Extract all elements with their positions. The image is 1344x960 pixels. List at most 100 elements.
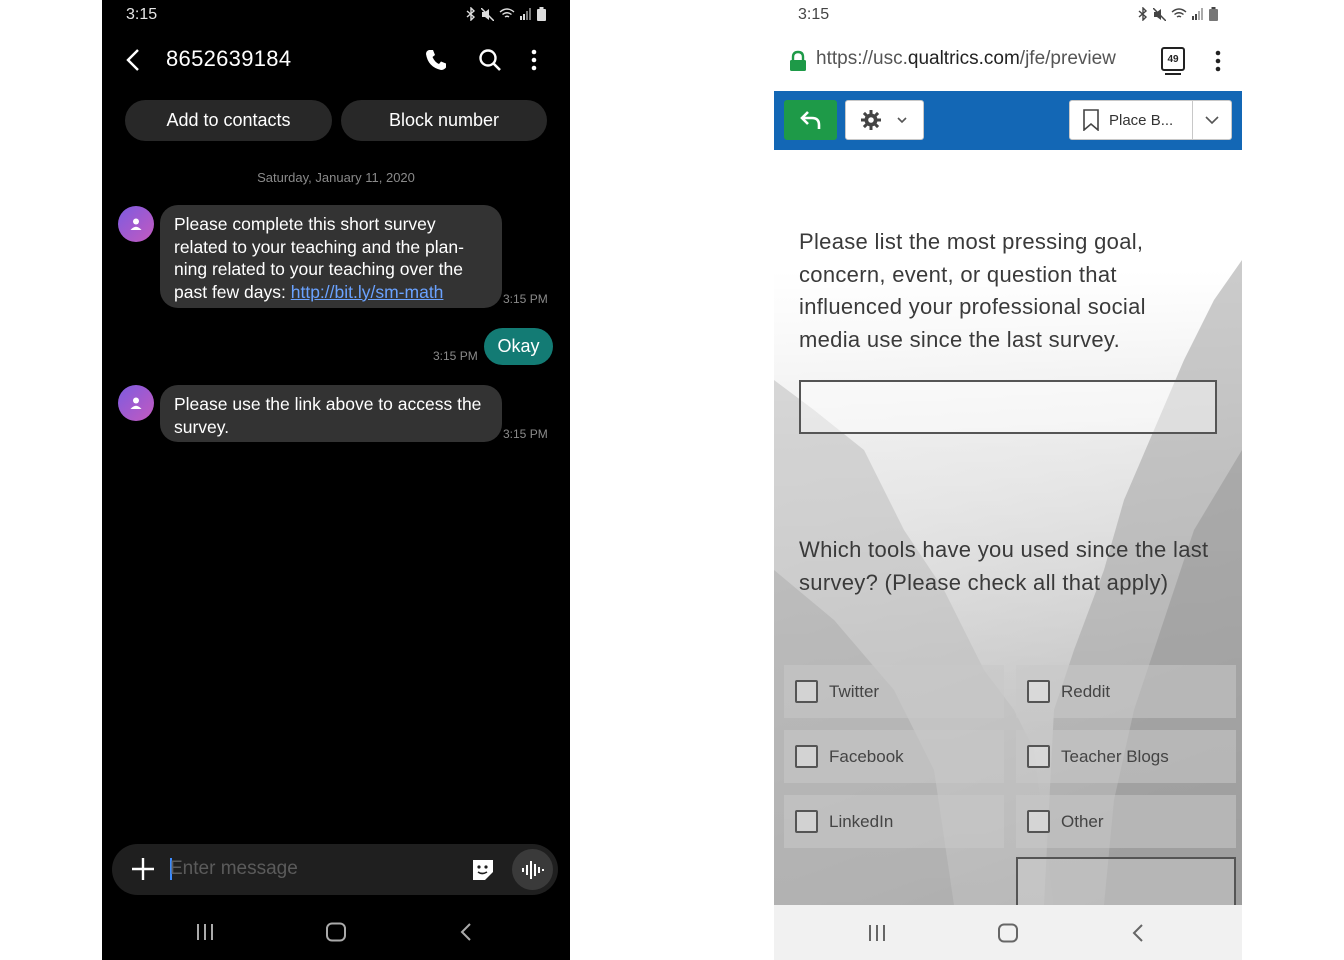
status-bar: 3:15 xyxy=(774,0,1242,28)
message-timestamp: 3:15 PM xyxy=(503,292,548,306)
person-icon xyxy=(130,218,142,230)
conversation-header: 8652639184 xyxy=(102,36,570,84)
bookmark-dropdown-button[interactable] xyxy=(1193,100,1232,140)
url-path: /jfe/preview xyxy=(1019,48,1116,69)
option-label: Twitter xyxy=(829,681,880,701)
question-2-text: Which tools have you used since the last… xyxy=(799,537,1209,595)
system-nav-bar xyxy=(102,904,570,960)
option-label: Reddit xyxy=(1061,681,1111,701)
chevron-down-icon xyxy=(1205,116,1219,125)
message-timestamp: 3:15 PM xyxy=(503,427,548,441)
nav-back-button[interactable] xyxy=(1124,921,1152,945)
status-time: 3:15 xyxy=(798,6,830,23)
option-label: Facebook xyxy=(829,746,904,766)
message-input[interactable] xyxy=(170,854,450,884)
restart-survey-button[interactable] xyxy=(784,100,837,140)
message-bubble-incoming[interactable]: Please use the link above to access the … xyxy=(160,385,502,442)
phone-icon[interactable] xyxy=(422,46,450,74)
option-label: Other xyxy=(1061,811,1104,831)
recents-icon xyxy=(869,925,885,941)
url-field[interactable]: https://usc.qualtrics.com/jfe/preview xyxy=(816,48,1146,70)
more-options-icon[interactable] xyxy=(520,46,548,74)
back-chevron-icon xyxy=(460,923,471,941)
survey-preview-toolbar: Place B... xyxy=(774,91,1242,150)
bluetooth-icon xyxy=(1138,7,1148,21)
message-composer xyxy=(112,844,558,895)
status-bar: 3:15 xyxy=(102,0,570,28)
undo-arrow-icon xyxy=(799,111,820,129)
contact-avatar[interactable] xyxy=(118,385,154,421)
sticker-icon[interactable] xyxy=(470,857,496,883)
block-number-button[interactable]: Block number xyxy=(341,100,547,141)
survey-link[interactable]: http://bit.ly/sm-math xyxy=(291,282,444,302)
bluetooth-icon xyxy=(466,7,476,21)
checkbox[interactable] xyxy=(1027,680,1050,703)
message-bubble-outgoing[interactable]: Okay xyxy=(484,328,553,365)
option-facebook[interactable]: Facebook xyxy=(784,730,1004,783)
status-icons xyxy=(466,7,546,21)
contact-number: 8652639184 xyxy=(166,46,292,71)
url-domain: qualtrics.com xyxy=(907,48,1020,69)
contact-avatar[interactable] xyxy=(118,206,154,242)
tab-count-button[interactable]: 49 xyxy=(1161,47,1185,75)
system-nav-bar xyxy=(774,905,1242,960)
wifi-icon xyxy=(1171,8,1187,18)
browser-address-bar: https://usc.qualtrics.com/jfe/preview 49 xyxy=(774,30,1242,90)
more-options-icon[interactable] xyxy=(1208,48,1228,74)
question-1-text: Please list the most pressing goal, conc… xyxy=(799,229,1146,352)
mute-icon xyxy=(481,7,494,21)
chevron-down-icon xyxy=(897,117,907,124)
nav-back-button[interactable] xyxy=(452,920,480,944)
status-icons xyxy=(1138,7,1218,21)
add-to-contacts-button[interactable]: Add to contacts xyxy=(125,100,332,141)
checkbox[interactable] xyxy=(1027,745,1050,768)
wifi-icon xyxy=(499,8,515,18)
battery-icon xyxy=(537,7,546,21)
home-icon xyxy=(326,922,346,942)
person-icon xyxy=(130,397,142,409)
mute-icon xyxy=(1153,7,1166,21)
plus-icon[interactable] xyxy=(130,856,156,882)
sms-phone-screen: 3:15 8652639184 Add to contacts Block nu… xyxy=(102,0,570,960)
option-label: LinkedIn xyxy=(829,811,894,831)
option-other[interactable]: Other xyxy=(1016,795,1236,848)
status-time: 3:15 xyxy=(126,6,158,23)
waveform-icon xyxy=(521,860,544,879)
other-text-input[interactable] xyxy=(1016,857,1236,905)
recent-apps-button[interactable] xyxy=(191,920,219,944)
home-button[interactable] xyxy=(994,921,1022,945)
bookmark-label: Place B... xyxy=(1109,111,1174,129)
bookmark-icon xyxy=(1083,109,1099,131)
back-arrow-icon[interactable] xyxy=(120,46,148,74)
option-label: Teacher Blogs xyxy=(1061,746,1169,766)
recent-apps-button[interactable] xyxy=(863,921,891,945)
back-chevron-icon xyxy=(1132,924,1143,942)
place-bookmark-button[interactable]: Place B... xyxy=(1069,100,1193,140)
option-teacher-blogs[interactable]: Teacher Blogs xyxy=(1016,730,1236,783)
option-twitter[interactable]: Twitter xyxy=(784,665,1004,718)
battery-icon xyxy=(1209,7,1218,21)
search-icon[interactable] xyxy=(476,46,504,74)
browser-phone-screen: 3:15 https://usc.qualtrics.com/jfe/previ… xyxy=(774,0,1242,960)
checkbox[interactable] xyxy=(795,810,818,833)
message-text: Please use the link above to access the … xyxy=(174,394,482,437)
survey-content: Please list the most pressing goal, conc… xyxy=(774,150,1242,905)
option-reddit[interactable]: Reddit xyxy=(1016,665,1236,718)
url-prefix: https://usc. xyxy=(816,48,908,69)
message-bubble-incoming[interactable]: Please complete this short survey relate… xyxy=(160,205,502,308)
voice-input-button[interactable] xyxy=(512,849,553,890)
gear-icon xyxy=(861,110,881,130)
question-1-answer-input[interactable] xyxy=(799,380,1217,434)
option-linkedin[interactable]: LinkedIn xyxy=(784,795,1004,848)
home-button[interactable] xyxy=(322,920,350,944)
signal-icon xyxy=(520,8,531,20)
home-icon xyxy=(998,923,1018,943)
checkbox[interactable] xyxy=(795,680,818,703)
message-timestamp: 3:15 PM xyxy=(433,349,478,363)
recents-icon xyxy=(197,924,213,940)
checkbox[interactable] xyxy=(1027,810,1050,833)
signal-icon xyxy=(1192,8,1203,20)
lock-icon xyxy=(790,50,806,71)
checkbox[interactable] xyxy=(795,745,818,768)
settings-dropdown-button[interactable] xyxy=(845,100,924,140)
